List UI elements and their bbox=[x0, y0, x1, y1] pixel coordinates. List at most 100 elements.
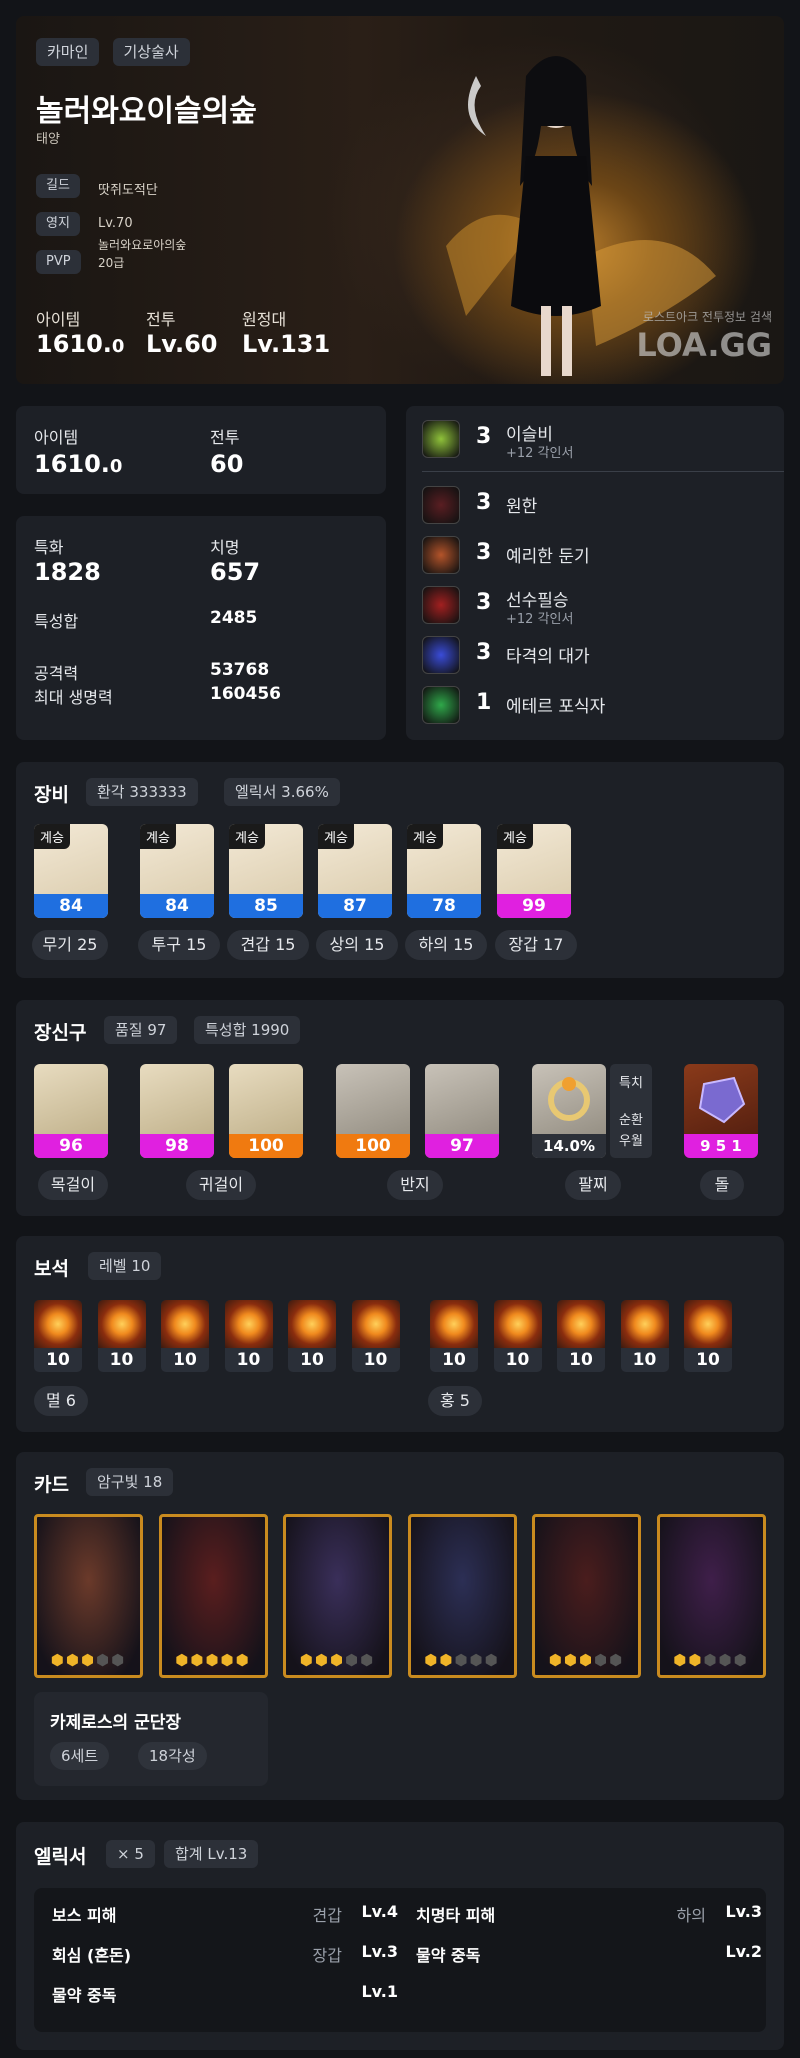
engraving-name: 원한 bbox=[506, 497, 538, 517]
accessory-slot[interactable]: 98 bbox=[140, 1064, 214, 1158]
equipment-quality: 99 bbox=[497, 894, 571, 918]
gem-slot[interactable]: 10 bbox=[620, 1300, 669, 1372]
engraving-level: 3 bbox=[476, 490, 492, 515]
equipment-slot[interactable]: 계승 99 bbox=[497, 824, 571, 918]
gem-slot[interactable]: 10 bbox=[430, 1300, 478, 1372]
gem-level: 10 bbox=[442, 1350, 466, 1370]
gem-slot[interactable]: 10 bbox=[288, 1300, 336, 1372]
elixir-effect-level: Lv.1 bbox=[361, 1982, 398, 2001]
equipment-label: 무기 25 bbox=[32, 930, 108, 960]
accessories-title: 장신구 bbox=[34, 1022, 87, 1044]
equipment-slot[interactable]: 계승 87 bbox=[318, 824, 392, 918]
equipment-label: 하의 15 bbox=[405, 930, 487, 960]
spec-label: 특화 bbox=[34, 538, 64, 557]
ability-stone-value: 9 5 1 bbox=[684, 1134, 758, 1158]
elixir-effect-name: 물약 중독 bbox=[416, 1946, 481, 1965]
card-slot[interactable]: ⬢⬢⬢⬢⬢ bbox=[34, 1514, 143, 1678]
card-slot[interactable]: ⬢⬢⬢⬢⬢ bbox=[158, 1514, 268, 1678]
equipment-slot[interactable]: 계승 84 bbox=[34, 824, 108, 918]
engraving-level: 3 bbox=[476, 590, 492, 615]
equipment-chip-elixir: 엘릭서 3.66% bbox=[224, 778, 340, 806]
engraving-row[interactable]: 3 타격의 대가 bbox=[422, 636, 782, 676]
equipment-tag: 계승 bbox=[229, 824, 265, 849]
card-slot[interactable]: ⬢⬢⬢⬢⬢ bbox=[532, 1514, 641, 1678]
card-slot[interactable]: ⬢⬢⬢⬢⬢ bbox=[283, 1514, 392, 1678]
estate-label: 영지 bbox=[36, 212, 80, 236]
gem-icon bbox=[557, 1300, 605, 1348]
elixir-effect-name: 보스 피해 bbox=[52, 1906, 117, 1925]
attack-label: 공격력 bbox=[34, 664, 79, 683]
card-awaken-gems: ⬢⬢⬢⬢⬢ bbox=[548, 1651, 625, 1669]
gems-left-label: 멸 6 bbox=[34, 1386, 88, 1416]
class-badge: 기상술사 bbox=[112, 38, 190, 66]
engraving-row[interactable]: 1 에테르 포식자 bbox=[422, 686, 782, 726]
gem-slot[interactable]: 10 bbox=[161, 1300, 209, 1372]
gem-slot[interactable]: 10 bbox=[97, 1300, 146, 1372]
accessory-quality: 96 bbox=[34, 1134, 108, 1158]
character-title: 태양 bbox=[36, 132, 60, 147]
gems-right-label: 홍 5 bbox=[428, 1386, 482, 1416]
engraving-row[interactable]: 3 선수필승 +12 각인서 bbox=[422, 586, 782, 627]
elixir-effect-name: 물약 중독 bbox=[52, 1986, 117, 2005]
accessory-slot[interactable]: 96 bbox=[34, 1064, 108, 1158]
gems-chip-level: 레벨 10 bbox=[88, 1252, 162, 1280]
guild-value: 땃쥐도적단 bbox=[98, 183, 158, 198]
elixir-effect-level: Lv.3 bbox=[725, 1902, 762, 1921]
pvp-value: 20급 bbox=[98, 256, 125, 270]
accessory-slot[interactable]: 97 bbox=[425, 1064, 499, 1158]
equipment-tag: 계승 bbox=[407, 824, 443, 849]
summary-panel: 아이템 1610.0 전투 60 bbox=[16, 406, 386, 494]
gem-icon bbox=[288, 1300, 336, 1348]
equipment-label: 견갑 15 bbox=[227, 930, 309, 960]
ability-stone-icon bbox=[698, 1076, 746, 1124]
accessory-slot[interactable]: 100 bbox=[229, 1064, 303, 1158]
equipment-label: 상의 15 bbox=[316, 930, 398, 960]
engraving-name: 예리한 둔기 bbox=[506, 547, 590, 567]
card-slot[interactable]: ⬢⬢⬢⬢⬢ bbox=[407, 1514, 517, 1678]
gem-level: 10 bbox=[173, 1350, 197, 1370]
gem-slot[interactable]: 10 bbox=[684, 1300, 732, 1372]
card-awaken-gems: ⬢⬢⬢⬢⬢ bbox=[50, 1651, 127, 1669]
total-stat-value: 2485 bbox=[210, 608, 258, 628]
gem-slot[interactable]: 10 bbox=[224, 1300, 273, 1372]
acc-label-stone: 돌 bbox=[700, 1170, 744, 1200]
total-stat-label: 특성합 bbox=[34, 612, 79, 631]
equipment-label: 장갑 17 bbox=[495, 930, 577, 960]
card-slot[interactable]: ⬢⬢⬢⬢⬢ bbox=[656, 1514, 766, 1678]
pvp-label: PVP bbox=[36, 250, 81, 274]
acc-label-necklace: 목걸이 bbox=[38, 1170, 108, 1200]
equipment-title: 장비 bbox=[34, 784, 69, 806]
gem-slot[interactable]: 10 bbox=[493, 1300, 542, 1372]
gem-slot[interactable]: 10 bbox=[34, 1300, 82, 1372]
hero-expedition-value: Lv.131 bbox=[242, 330, 331, 358]
gem-icon bbox=[224, 1300, 273, 1348]
equipment-slot[interactable]: 계승 85 bbox=[229, 824, 303, 918]
accessory-quality: 100 bbox=[336, 1134, 410, 1158]
card-set-chip-awaken: 18각성 bbox=[138, 1742, 207, 1770]
elixir-effect-level: Lv.2 bbox=[725, 1942, 762, 1961]
card-awaken-gems: ⬢⬢⬢⬢⬢ bbox=[424, 1651, 500, 1669]
gem-icon bbox=[34, 1300, 82, 1348]
accessory-quality: 100 bbox=[229, 1134, 303, 1158]
accessory-slot[interactable]: 100 bbox=[336, 1064, 410, 1158]
engraving-row[interactable]: 3 이슬비 +12 각인서 bbox=[422, 420, 782, 461]
cards-chip: 암구빛 18 bbox=[86, 1468, 174, 1496]
summary-item-label: 아이템 bbox=[34, 428, 79, 447]
gem-level: 10 bbox=[109, 1350, 134, 1370]
engraving-row[interactable]: 3 원한 bbox=[422, 486, 782, 526]
gem-slot[interactable]: 10 bbox=[351, 1300, 400, 1372]
engraving-name: 타격의 대가 bbox=[506, 647, 590, 667]
stats-panel: 특화 1828 치명 657 특성합 2485 공격력 53768 최대 생명력… bbox=[16, 516, 386, 740]
engraving-level: 3 bbox=[476, 640, 492, 665]
bracelet-slot[interactable]: 14.0% bbox=[532, 1064, 606, 1158]
bracelet-tag-3: 우월 bbox=[619, 1134, 643, 1149]
acc-label-ring: 반지 bbox=[387, 1170, 443, 1200]
elixir-effect-slot: 장갑 bbox=[312, 1946, 342, 1965]
equipment-slot[interactable]: 계승 78 bbox=[407, 824, 481, 918]
equipment-slot[interactable]: 계승 84 bbox=[140, 824, 214, 918]
ability-stone-slot[interactable]: 9 5 1 bbox=[684, 1064, 758, 1158]
elixir-chip-count: × 5 bbox=[106, 1840, 155, 1868]
engraving-row[interactable]: 3 예리한 둔기 bbox=[422, 536, 782, 576]
gem-slot[interactable]: 10 bbox=[557, 1300, 605, 1372]
engraving-divider bbox=[422, 471, 784, 472]
